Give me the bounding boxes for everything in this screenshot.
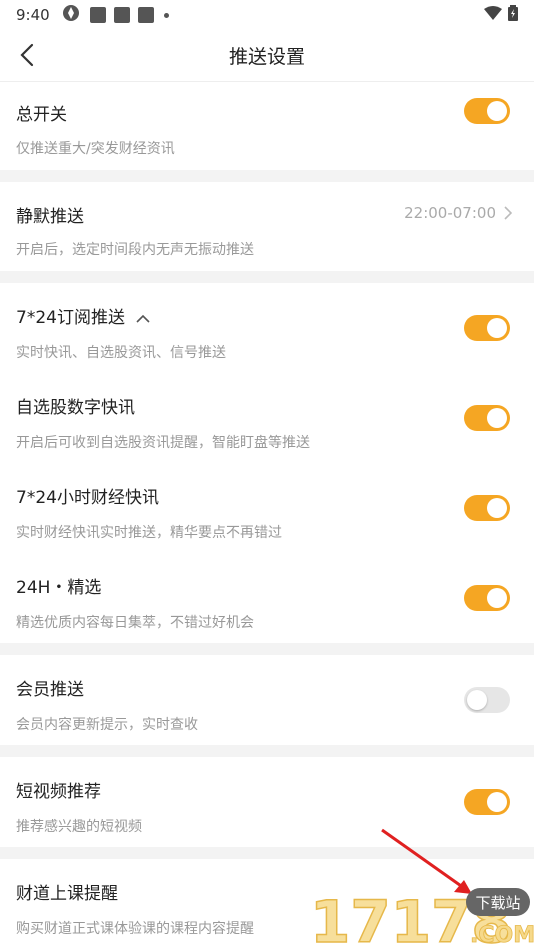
- setting-name[interactable]: 7*24订阅推送: [16, 303, 518, 328]
- app-notification-icon: [62, 4, 80, 26]
- setting-name: 自选股数字快讯: [16, 398, 135, 418]
- battery-icon: [508, 5, 518, 25]
- setting-724-subscribe: 7*24订阅推送 实时快讯、自选股资讯、信号推送: [0, 283, 534, 373]
- setting-member-push: 会员推送 会员内容更新提示，实时查收: [0, 655, 534, 745]
- navigation-bar: 推送设置: [0, 30, 534, 82]
- setting-desc: 实时财经快讯实时推送，精华要点不再错过: [16, 525, 282, 541]
- notification-icon-1: [89, 7, 106, 23]
- notification-icon-2: [113, 7, 130, 23]
- back-button[interactable]: [12, 40, 42, 70]
- section-divider: [0, 271, 534, 283]
- setting-name: 会员推送: [16, 680, 84, 700]
- setting-desc: 精选优质内容每日集萃，不错过好机会: [16, 615, 254, 631]
- pick-24h-toggle[interactable]: [464, 585, 510, 611]
- quiet-time-value: 22:00-07:00: [404, 204, 496, 222]
- page-title: 推送设置: [228, 46, 305, 68]
- setting-desc: 开启后可收到自选股资讯提醒，智能盯盘等推送: [16, 435, 310, 451]
- setting-stock-flash: 自选股数字快讯 开启后可收到自选股资讯提醒，智能盯盘等推送: [0, 373, 534, 463]
- setting-name: 7*24小时财经快讯: [16, 488, 159, 508]
- setting-desc: 仅推送重大/突发财经资讯: [16, 141, 175, 157]
- chevron-right-icon: [504, 206, 512, 220]
- setting-master-switch: 总开关 仅推送重大/突发财经资讯: [0, 82, 534, 170]
- setting-name: 总开关: [16, 105, 67, 125]
- setting-24h-pick: 24H・精选 精选优质内容每日集萃，不错过好机会: [0, 553, 534, 643]
- stock-flash-toggle[interactable]: [464, 405, 510, 431]
- site-watermark-logo: 17178 下载站 .COM: [309, 880, 534, 950]
- more-notifications-dot: [163, 12, 169, 18]
- setting-name-text: 7*24订阅推送: [16, 308, 125, 328]
- setting-quiet-push[interactable]: 静默推送 开启后，选定时间段内无声无振动推送 22:00-07:00: [0, 182, 534, 271]
- chevron-left-icon: [20, 43, 34, 67]
- hour-724-toggle[interactable]: [464, 495, 510, 521]
- svg-text:.COM: .COM: [470, 923, 534, 948]
- chevron-up-icon[interactable]: [136, 308, 150, 328]
- member-push-toggle[interactable]: [464, 687, 510, 713]
- setting-name: 24H・精选: [16, 578, 102, 598]
- master-switch-toggle[interactable]: [464, 98, 510, 124]
- section-divider: [0, 643, 534, 655]
- section-divider: [0, 170, 534, 182]
- svg-text:下载站: 下载站: [475, 894, 520, 912]
- section-divider: [0, 745, 534, 757]
- wifi-icon: [484, 6, 502, 24]
- setting-desc: 会员内容更新提示，实时查收: [16, 717, 198, 733]
- status-bar: 9:40: [0, 0, 534, 30]
- subscribe-724-toggle[interactable]: [464, 315, 510, 341]
- setting-724-hour-flash: 7*24小时财经快讯 实时财经快讯实时推送，精华要点不再错过: [0, 463, 534, 553]
- setting-desc: 开启后，选定时间段内无声无振动推送: [16, 242, 254, 258]
- setting-name: 短视频推荐: [16, 782, 101, 802]
- status-time: 9:40: [16, 6, 50, 24]
- short-video-toggle[interactable]: [464, 789, 510, 815]
- notification-icon-3: [137, 7, 154, 23]
- quiet-time-range[interactable]: 22:00-07:00: [404, 204, 512, 222]
- setting-desc: 实时快讯、自选股资讯、信号推送: [16, 345, 226, 361]
